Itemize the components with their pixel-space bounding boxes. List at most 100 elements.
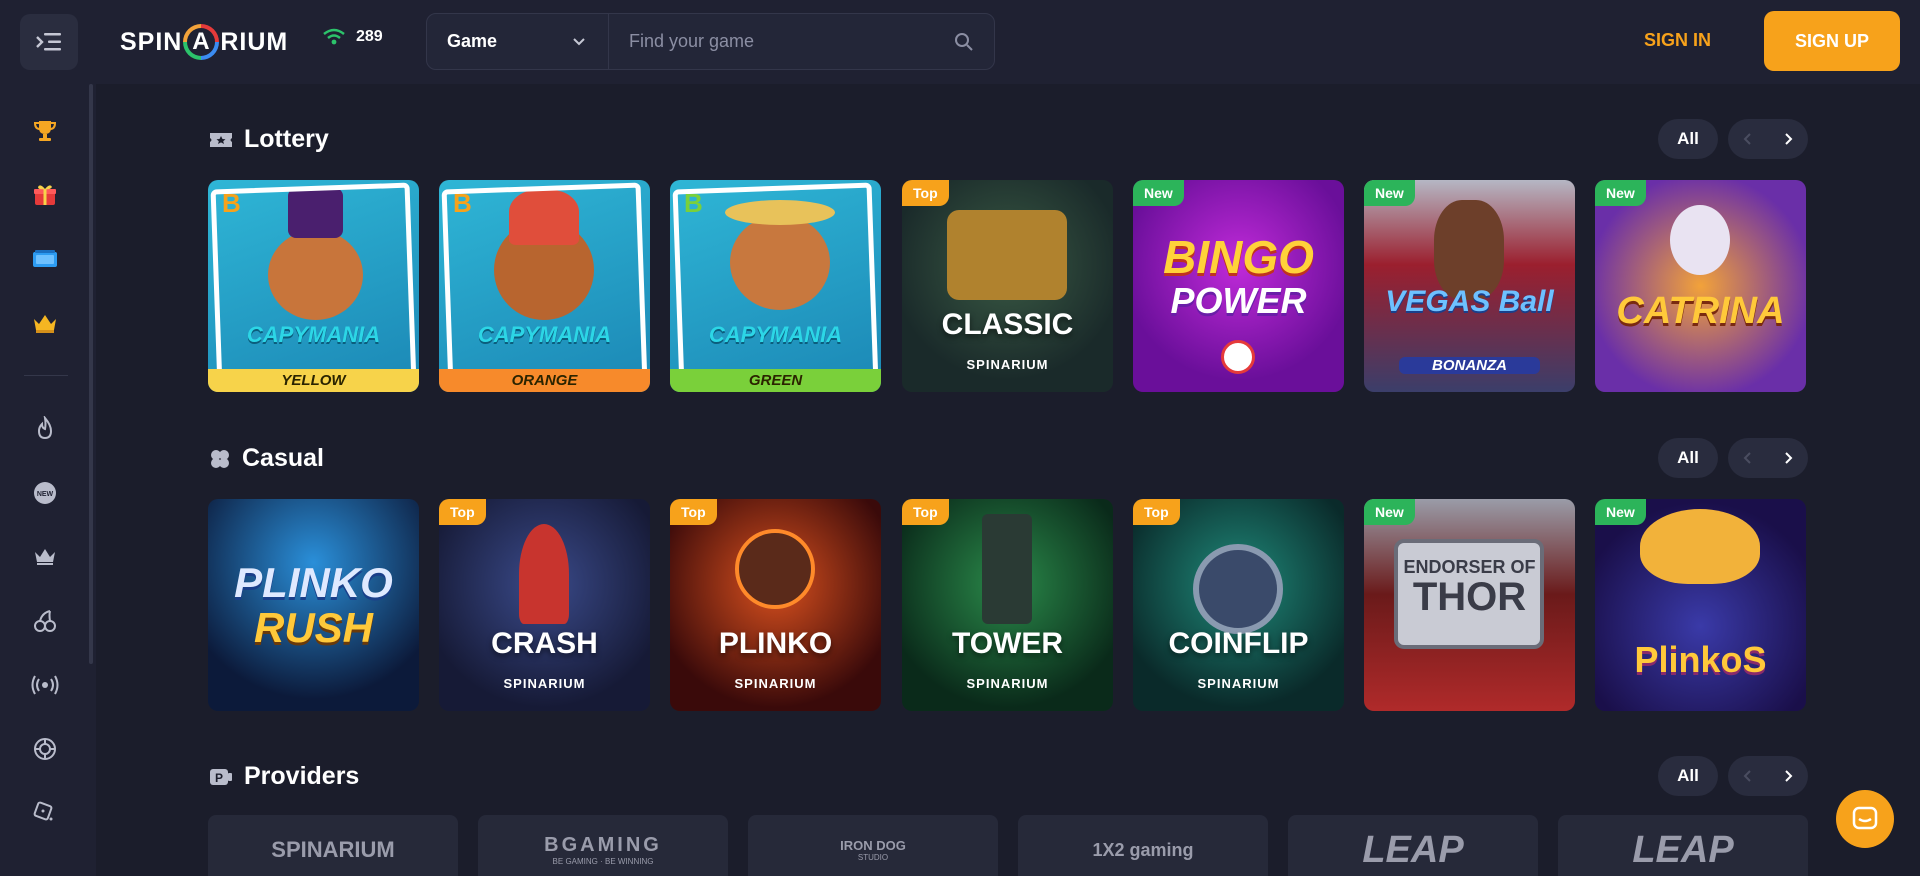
live-chat-button[interactable] xyxy=(1836,790,1894,848)
top-badge: Top xyxy=(1133,499,1180,525)
game-art-title: VEGAS Ball xyxy=(1385,285,1554,318)
treasure-chest-art xyxy=(947,210,1067,300)
game-art-title: COINFLIP xyxy=(1168,627,1309,660)
chevron-left-icon xyxy=(1743,133,1751,145)
game-card-capymania-yellow[interactable]: B CAPYMANIA YELLOW xyxy=(208,180,419,392)
fire-ball-art xyxy=(735,529,815,609)
crown-outline-icon[interactable] xyxy=(28,540,62,574)
game-card-vegas-ball-bonanza[interactable]: New VEGAS Ball BONANZA xyxy=(1364,180,1575,392)
skull-art xyxy=(1670,205,1730,275)
provider-label: IRON DOG xyxy=(840,838,906,853)
casual-section-header: Casual All xyxy=(208,438,1808,478)
top-badge: Top xyxy=(902,499,949,525)
site-logo[interactable]: SPIN A RIUM xyxy=(120,20,288,64)
game-caption: SPINARIUM xyxy=(966,357,1049,372)
casual-prev-button[interactable] xyxy=(1728,438,1768,478)
provider-tagline: BE GAMING · BE WINNING xyxy=(552,857,654,866)
provider-label: BGAMING xyxy=(544,834,662,856)
game-card-coinflip[interactable]: Top COINFLIP SPINARIUM xyxy=(1133,499,1344,711)
providers-prev-button[interactable] xyxy=(1728,756,1768,796)
game-card-endorser-of-thor[interactable]: New ENDORSER OF THOR xyxy=(1364,499,1575,711)
providers-section-header: P Providers All xyxy=(208,756,1808,796)
sign-up-button[interactable]: SIGN UP xyxy=(1764,11,1900,71)
lottery-section-header: Lottery All xyxy=(208,119,1808,159)
ticket-icon[interactable] xyxy=(28,242,62,276)
casual-all-button[interactable]: All xyxy=(1658,438,1718,478)
game-art-title: PLINKO xyxy=(718,627,833,660)
game-art-title: CATRINA xyxy=(1616,290,1785,332)
provider-label: LEAP xyxy=(1362,828,1464,871)
online-counter: 289 xyxy=(322,28,383,46)
chevron-right-icon xyxy=(1785,770,1793,782)
game-card-capymania-green[interactable]: B CAPYMANIA GREEN xyxy=(670,180,881,392)
provider-1x2-gaming[interactable]: 1X2 gaming xyxy=(1018,815,1268,876)
coin-art xyxy=(1193,544,1283,634)
sidebar: NEW xyxy=(0,84,96,876)
game-card-classic[interactable]: Top CLASSIC SPINARIUM xyxy=(902,180,1113,392)
lottery-title: Lottery xyxy=(208,125,329,154)
online-count: 289 xyxy=(356,28,383,45)
new-icon[interactable]: NEW xyxy=(28,476,62,510)
cheese-moon-art xyxy=(1640,509,1760,584)
roulette-icon[interactable] xyxy=(28,732,62,766)
select-value: Game xyxy=(447,31,498,51)
game-caption: GREEN xyxy=(670,369,881,392)
gift-icon[interactable] xyxy=(28,178,62,212)
live-icon[interactable] xyxy=(28,668,62,702)
provider-label: LEAP xyxy=(1632,828,1734,871)
chevron-left-icon xyxy=(1743,770,1751,782)
provider-bgaming[interactable]: BGAMING BE GAMING · BE WINNING xyxy=(478,815,728,876)
game-card-bingo-power[interactable]: New BINGO POWER xyxy=(1133,180,1344,392)
game-art-title: CAPYMANIA xyxy=(477,322,612,347)
clover-icon xyxy=(211,449,229,468)
game-card-plinkos[interactable]: New PlinkoS xyxy=(1595,499,1806,711)
lottery-prev-button[interactable] xyxy=(1728,119,1768,159)
logo-text-left: SPIN xyxy=(120,27,183,56)
trophy-icon[interactable] xyxy=(28,114,62,148)
logo-ring-icon: A xyxy=(183,24,220,60)
provider-leap[interactable]: LEAP xyxy=(1558,815,1808,876)
chat-icon xyxy=(1852,806,1878,830)
provider-leap[interactable]: LEAP xyxy=(1288,815,1538,876)
providers-next-button[interactable] xyxy=(1768,756,1808,796)
game-card-plinko[interactable]: Top PLINKO SPINARIUM xyxy=(670,499,881,711)
lottery-games-row: B CAPYMANIA YELLOW B CAPYMANIA ORANGE B … xyxy=(208,180,1808,392)
game-card-tower[interactable]: Top TOWER SPINARIUM xyxy=(902,499,1113,711)
provider-spinarium[interactable]: SPINARIUM xyxy=(208,815,458,876)
providers-all-button[interactable]: All xyxy=(1658,756,1718,796)
casual-title: Casual xyxy=(208,444,324,473)
casual-title-text: Casual xyxy=(242,444,324,472)
providers-title-text: Providers xyxy=(244,762,360,790)
fire-icon[interactable] xyxy=(28,412,62,446)
new-badge: New xyxy=(1595,499,1646,525)
game-caption: BONANZA xyxy=(1399,357,1540,374)
new-badge: New xyxy=(1364,180,1415,206)
game-card-plinko-rush[interactable]: PLINKO RUSH xyxy=(208,499,419,711)
game-card-capymania-orange[interactable]: B CAPYMANIA ORANGE xyxy=(439,180,650,392)
dice-icon[interactable] xyxy=(28,796,62,830)
svg-text:P: P xyxy=(215,771,223,785)
provider-icon: P xyxy=(210,768,232,785)
menu-toggle-button[interactable] xyxy=(20,14,78,70)
top-badge: Top xyxy=(902,180,949,206)
game-art-title: CRASH xyxy=(491,627,598,660)
ticket-icon xyxy=(210,132,232,147)
lottery-all-button[interactable]: All xyxy=(1658,119,1718,159)
search-input[interactable] xyxy=(609,14,934,69)
crown-icon[interactable] xyxy=(28,306,62,340)
game-card-catrina[interactable]: New CATRINA xyxy=(1595,180,1806,392)
casual-next-button[interactable] xyxy=(1768,438,1808,478)
lottery-next-button[interactable] xyxy=(1768,119,1808,159)
game-category-select[interactable]: Game xyxy=(427,14,609,69)
bonus-letter-icon: B xyxy=(453,188,472,218)
sidebar-scrollbar[interactable] xyxy=(89,84,93,664)
search-button[interactable] xyxy=(934,14,994,69)
chevron-down-icon xyxy=(573,37,585,45)
sign-in-button[interactable]: SIGN IN xyxy=(1644,30,1711,51)
provider-tagline: STUDIO xyxy=(857,853,889,862)
game-caption: THOR xyxy=(1412,575,1527,619)
svg-text:NEW: NEW xyxy=(37,491,54,498)
cherries-icon[interactable] xyxy=(28,604,62,638)
game-card-crash[interactable]: Top CRASH SPINARIUM xyxy=(439,499,650,711)
provider-iron-dog[interactable]: IRON DOG STUDIO xyxy=(748,815,998,876)
